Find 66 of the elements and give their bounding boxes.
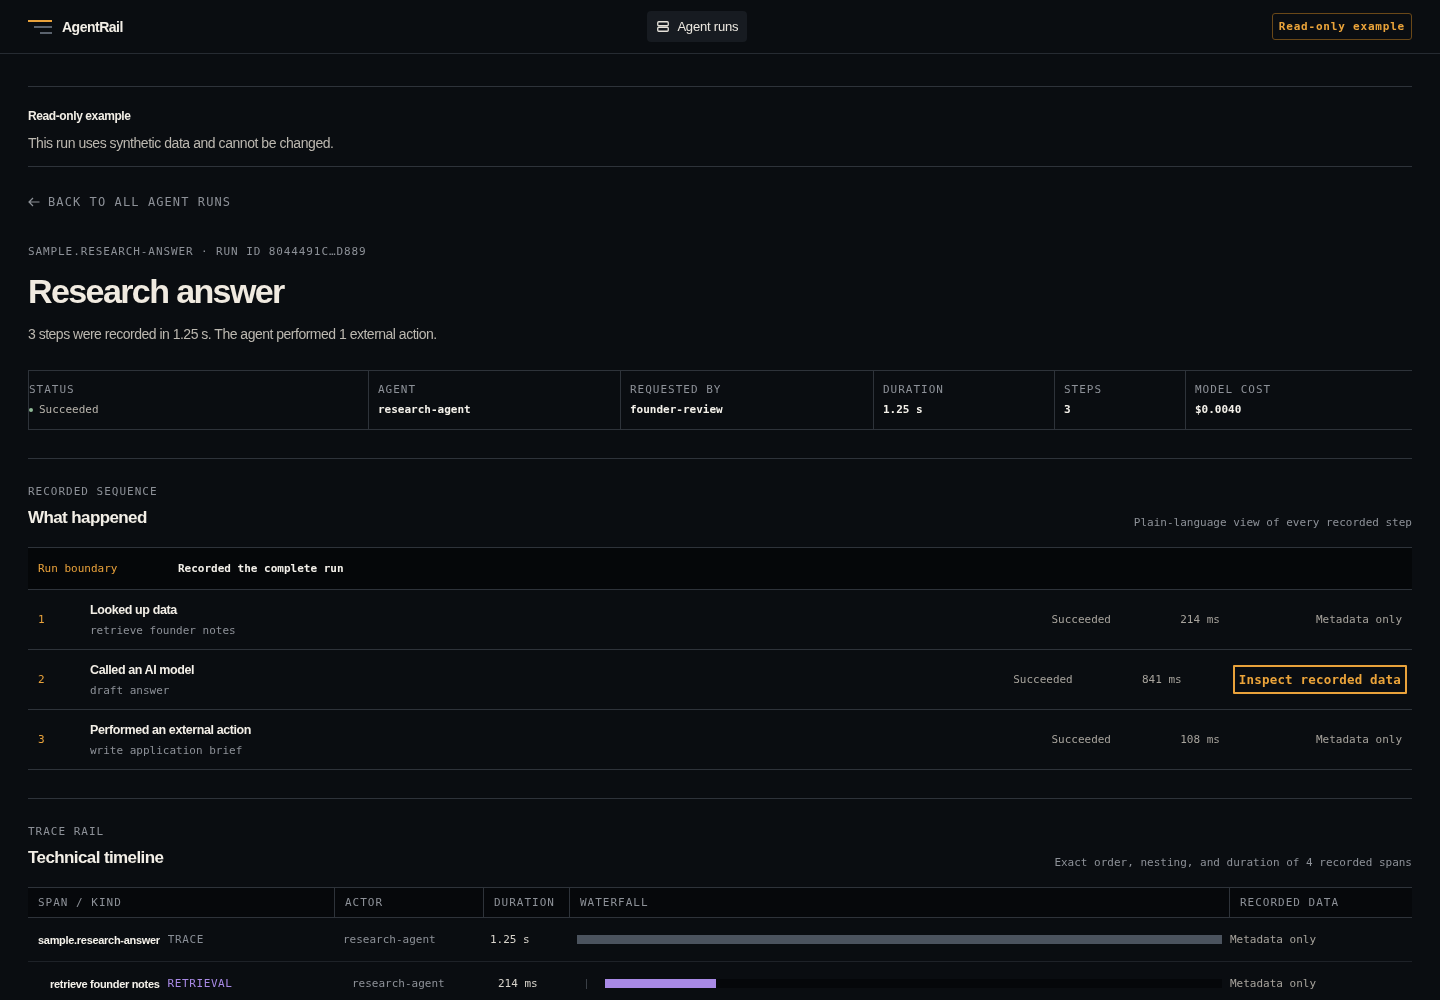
span-data: Metadata only <box>1230 977 1317 990</box>
step-name: draft answer <box>90 683 171 698</box>
step-number: 3 <box>38 733 46 746</box>
span-duration: 1.25 s <box>490 933 530 946</box>
inspect-data-button[interactable]: Inspect recorded data <box>1232 665 1407 694</box>
span-kind: RETRIEVAL <box>167 977 233 990</box>
run-summary: 3 steps were recorded in 1.25 s. The agent performed 1 external action. <box>28 325 438 344</box>
detail-value: 3 <box>1064 403 1071 417</box>
column-header: SPAN / KIND <box>38 896 122 909</box>
section-caption: Plain-language view of every recorded step <box>1133 516 1412 530</box>
read-only-badge: Read-only example <box>1271 13 1412 40</box>
span-actor: research-agent <box>352 977 445 990</box>
step-status: Succeeded <box>1013 673 1073 686</box>
span-name: sample.research-answer <box>38 933 160 946</box>
back-link[interactable]: BACK TO ALL AGENT RUNS <box>28 195 232 209</box>
arrow-left-icon <box>28 197 40 207</box>
page-title: Research answer <box>28 271 286 312</box>
step-title: Looked up data <box>90 601 179 618</box>
step-duration: 214 ms <box>1179 613 1220 626</box>
notice-title: Read-only example <box>28 108 132 124</box>
detail-value: founder-review <box>630 403 723 417</box>
detail-label: REQUESTED BY <box>630 383 723 397</box>
detail-label: DURATION <box>883 383 945 397</box>
step-number: 1 <box>38 613 46 626</box>
step-title: Called an AI model <box>90 661 196 678</box>
column-header: DURATION <box>494 896 555 909</box>
detail-label: AGENT <box>378 383 418 397</box>
column-header: WATERFALL <box>580 896 649 909</box>
section-eyebrow: TRACE RAIL <box>28 826 106 838</box>
boundary-label: Run boundary <box>38 562 119 575</box>
step-status: Succeeded <box>1051 733 1111 746</box>
span-kind: TRACE <box>167 933 204 946</box>
step-title: Performed an external action <box>90 721 253 738</box>
section-caption: Exact order, nesting, and duration of 4 recorded spans <box>1054 856 1412 870</box>
run-eyebrow: SAMPLE.RESEARCH-ANSWER · RUN ID 8044491C…D889 <box>28 245 368 259</box>
span-duration: 214 ms <box>498 977 538 990</box>
column-header: RECORDED DATA <box>1240 896 1340 909</box>
detail-label: STATUS <box>29 383 76 397</box>
section-eyebrow: RECORDED SEQUENCE <box>28 486 158 498</box>
step-name: retrieve founder notes <box>90 623 237 638</box>
detail-value: 1.25 s <box>883 403 923 417</box>
step-duration: 108 ms <box>1179 733 1220 746</box>
boundary-text: Recorded the complete run <box>178 562 344 575</box>
section-title: What happened <box>28 507 148 529</box>
notice-text: This run uses synthetic data and cannot be changed. <box>28 134 335 153</box>
span-name: retrieve founder notes <box>50 977 160 990</box>
agent-runs-button[interactable]: Agent runs <box>647 11 748 42</box>
nesting-guide <box>586 978 587 989</box>
detail-value: research-agent <box>378 403 471 417</box>
brand-name: AgentRail <box>62 18 123 35</box>
detail-value: $0.0040 <box>1195 403 1242 417</box>
section-title: Technical timeline <box>28 847 164 869</box>
rows-icon <box>657 21 670 32</box>
data-note: Metadata only <box>1315 613 1402 626</box>
step-number: 2 <box>38 673 46 686</box>
column-header: ACTOR <box>345 896 384 909</box>
detail-value: Succeeded <box>39 403 99 417</box>
step-name: write application brief <box>90 743 244 758</box>
step-status: Succeeded <box>1051 613 1111 626</box>
logo-icon <box>28 19 52 34</box>
span-actor: research-agent <box>343 933 436 946</box>
data-note: Metadata only <box>1315 733 1402 746</box>
detail-label: STEPS <box>1064 383 1104 397</box>
detail-label: MODEL COST <box>1195 383 1273 397</box>
span-data: Metadata only <box>1230 933 1317 946</box>
step-duration: 841 ms <box>1141 673 1182 686</box>
